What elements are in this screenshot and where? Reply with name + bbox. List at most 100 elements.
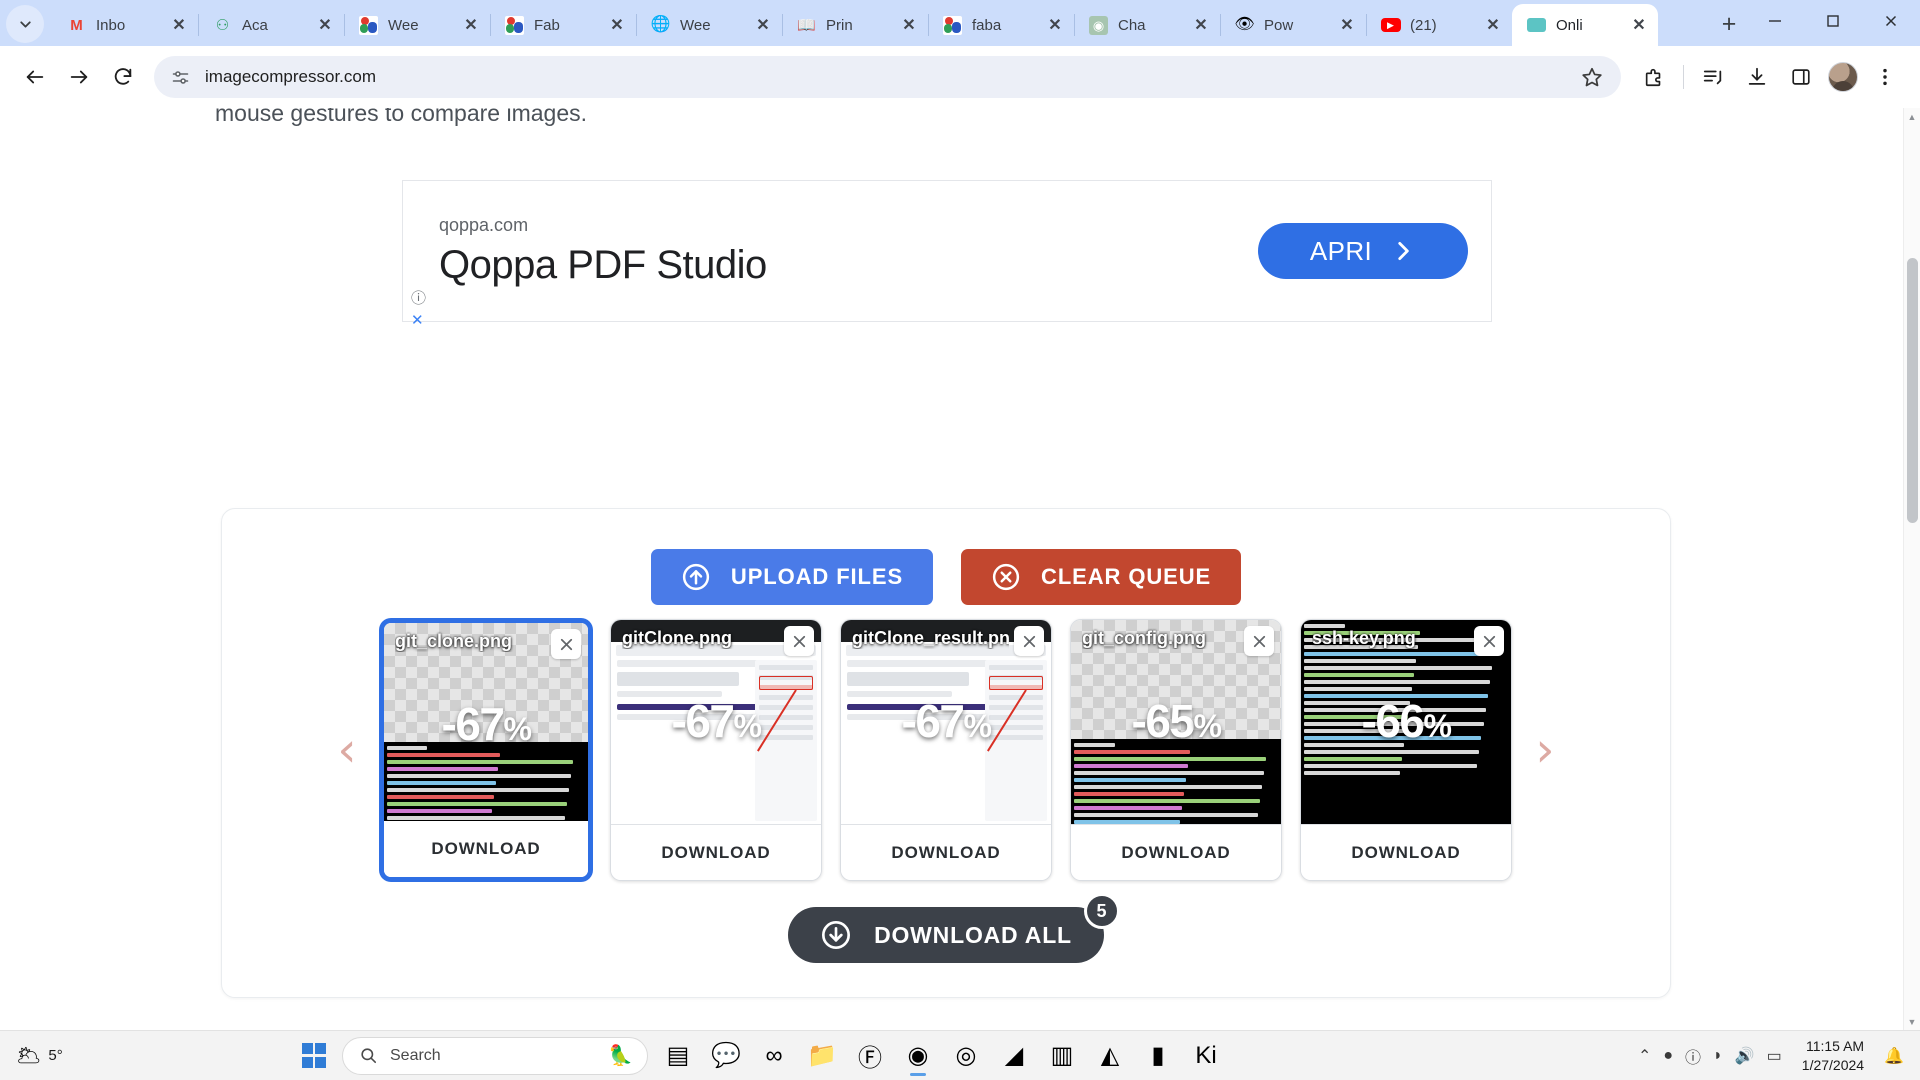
remove-file-button[interactable] xyxy=(1244,626,1274,656)
arduino-icon-glyph: ∞ xyxy=(765,1041,783,1069)
download-button[interactable]: DOWNLOAD xyxy=(841,824,1051,880)
tab-close-button[interactable]: ✕ xyxy=(458,12,484,38)
scrollbar-down-arrow[interactable]: ▼ xyxy=(1904,1013,1920,1030)
remove-file-button[interactable] xyxy=(784,626,814,656)
vscode-icon[interactable]: ◢ xyxy=(990,1034,1038,1078)
reload-button[interactable] xyxy=(102,56,144,98)
bookmark-button[interactable] xyxy=(1571,56,1613,98)
antivirus-icon[interactable]: ● xyxy=(1663,1047,1673,1065)
scrollbar-thumb[interactable] xyxy=(1907,258,1918,523)
tab-title: Cha xyxy=(1118,16,1146,34)
tab-close-button[interactable]: ✕ xyxy=(750,12,776,38)
battery-icon[interactable]: ▭ xyxy=(1767,1046,1782,1066)
tab-close-button[interactable]: ✕ xyxy=(312,12,338,38)
tab-close-button[interactable]: ✕ xyxy=(166,12,192,38)
file-thumbnail[interactable]: ssh-key.png -66% DOWNLOAD xyxy=(1300,619,1512,881)
tab-close-button[interactable]: ✕ xyxy=(1334,12,1360,38)
tab-title: Inbo xyxy=(96,16,126,34)
extensions-button[interactable] xyxy=(1633,56,1675,98)
carousel-prev-button[interactable]: ‹ xyxy=(330,723,364,777)
remove-file-button[interactable] xyxy=(551,629,581,659)
downloads-button[interactable] xyxy=(1736,56,1778,98)
chrome-icon[interactable]: ◉ xyxy=(894,1034,942,1078)
browser-tab[interactable]: ▶ (21) ✕ xyxy=(1366,4,1512,46)
maximize-button[interactable] xyxy=(1804,0,1862,41)
address-bar[interactable]: imagecompressor.com xyxy=(154,56,1621,98)
tab-close-button[interactable]: ✕ xyxy=(1480,12,1506,38)
ad-cta-button[interactable]: APRI xyxy=(1258,223,1468,279)
minimize-button[interactable] xyxy=(1746,0,1804,41)
tab-close-button[interactable]: ✕ xyxy=(1188,12,1214,38)
tab-close-button[interactable]: ✕ xyxy=(896,12,922,38)
ad-close-icon[interactable]: ✕ xyxy=(411,311,424,329)
clear-queue-button[interactable]: CLEAR QUEUE xyxy=(961,549,1242,605)
browser-tab[interactable]: 📖 Prin ✕ xyxy=(782,4,928,46)
close-button[interactable] xyxy=(1862,0,1920,41)
kicad-3d-icon[interactable]: ◭ xyxy=(1086,1034,1134,1078)
file-thumbnail[interactable]: git_config.png -65% DOWNLOAD xyxy=(1070,619,1282,881)
browser-tab[interactable]: M Inbo ✕ xyxy=(52,4,198,46)
weather-widget[interactable]: 🌥 5° xyxy=(0,1043,150,1068)
browser-tab[interactable]: Onli ✕ xyxy=(1512,4,1658,46)
scrollbar-up-arrow[interactable]: ▲ xyxy=(1904,108,1920,125)
profile-avatar[interactable] xyxy=(1828,62,1858,92)
terminal-icon[interactable]: ▮ xyxy=(1134,1034,1182,1078)
browser-tab[interactable]: 👁 Pow ✕ xyxy=(1220,4,1366,46)
carousel-next-button[interactable]: › xyxy=(1528,723,1562,777)
info-icon[interactable]: ⓘ xyxy=(1685,1044,1701,1068)
browser-tab[interactable]: Wee ✕ xyxy=(344,4,490,46)
task-view-icon[interactable]: ▤ xyxy=(654,1034,702,1078)
file-thumbnail[interactable]: git_clone.png -67% DOWNLOAD xyxy=(380,619,592,881)
download-all-button[interactable]: DOWNLOAD ALL 5 xyxy=(788,893,1120,963)
upload-files-button[interactable]: UPLOAD FILES xyxy=(650,549,934,605)
download-button[interactable]: DOWNLOAD xyxy=(611,824,821,880)
academy-icon: ⚇ xyxy=(215,16,230,34)
taskbar-search[interactable]: Search 🦜 xyxy=(342,1036,648,1075)
tray-icons: ⌃ ● ⓘ ◗ 🔊 ▭ xyxy=(1638,1044,1782,1068)
download-button[interactable]: DOWNLOAD xyxy=(384,821,588,877)
show-hidden-icons[interactable]: ⌃ xyxy=(1638,1046,1651,1066)
edge-icon[interactable]: ◎ xyxy=(942,1034,990,1078)
tab-search-button[interactable] xyxy=(6,5,44,43)
file-thumbnail[interactable]: gitClone.png -67% DOWNLOAD xyxy=(610,619,822,881)
browser-tab[interactable]: Fab ✕ xyxy=(490,4,636,46)
wifi-icon[interactable]: ◗ xyxy=(1713,1047,1723,1065)
download-icon xyxy=(1748,67,1766,85)
remove-file-button[interactable] xyxy=(1014,626,1044,656)
chat-icon[interactable]: 💬 xyxy=(702,1034,750,1078)
notifications-button[interactable]: 🔔 xyxy=(1884,1046,1904,1066)
ad-cta-label: APRI xyxy=(1309,235,1373,266)
tab-close-button[interactable]: ✕ xyxy=(604,12,630,38)
upload-files-label: UPLOAD FILES xyxy=(730,564,904,589)
download-button[interactable]: DOWNLOAD xyxy=(1301,824,1511,880)
browser-tab[interactable]: 🌐 Wee ✕ xyxy=(636,4,782,46)
advertisement[interactable]: ⓘ ✕ qoppa.com Qoppa PDF Studio APRI xyxy=(402,180,1492,329)
volume-icon[interactable]: 🔊 xyxy=(1735,1046,1755,1066)
start-button[interactable] xyxy=(292,1036,336,1076)
new-tab-button[interactable]: + xyxy=(1712,7,1746,41)
fusion360-icon[interactable]: Ⓕ xyxy=(846,1034,894,1078)
arduino-icon[interactable]: ∞ xyxy=(750,1034,798,1078)
store-icon[interactable]: ▥ xyxy=(1038,1034,1086,1078)
taskbar-clock[interactable]: 11:15 AM 1/27/2024 xyxy=(1802,1037,1864,1075)
browser-tab[interactable]: faba ✕ xyxy=(928,4,1074,46)
cloud-icon: 🌥 xyxy=(16,1045,42,1067)
file-thumbnail[interactable]: gitClone_result.png -67% DOWNLOAD xyxy=(840,619,1052,881)
reading-list-button[interactable] xyxy=(1692,56,1734,98)
kicad-icon[interactable]: Ki xyxy=(1182,1034,1230,1078)
window-controls xyxy=(1746,0,1920,46)
tab-close-button[interactable]: ✕ xyxy=(1626,12,1652,38)
remove-file-button[interactable] xyxy=(1474,626,1504,656)
forward-button[interactable] xyxy=(58,56,100,98)
tab-close-button[interactable]: ✕ xyxy=(1042,12,1068,38)
browser-tab[interactable]: ⚇ Aca ✕ xyxy=(198,4,344,46)
chrome-menu-button[interactable] xyxy=(1864,56,1906,98)
side-panel-button[interactable] xyxy=(1780,56,1822,98)
web-page: mouse gestures to compare images. ⓘ ✕ qo… xyxy=(0,108,1903,1030)
browser-tab[interactable]: ◉ Cha ✕ xyxy=(1074,4,1220,46)
page-scrollbar[interactable]: ▲ ▼ xyxy=(1903,108,1920,1030)
download-button[interactable]: DOWNLOAD xyxy=(1071,824,1281,880)
ad-info-icon[interactable]: ⓘ xyxy=(411,287,426,308)
file-explorer-icon[interactable]: 📁 xyxy=(798,1034,846,1078)
back-button[interactable] xyxy=(14,56,56,98)
